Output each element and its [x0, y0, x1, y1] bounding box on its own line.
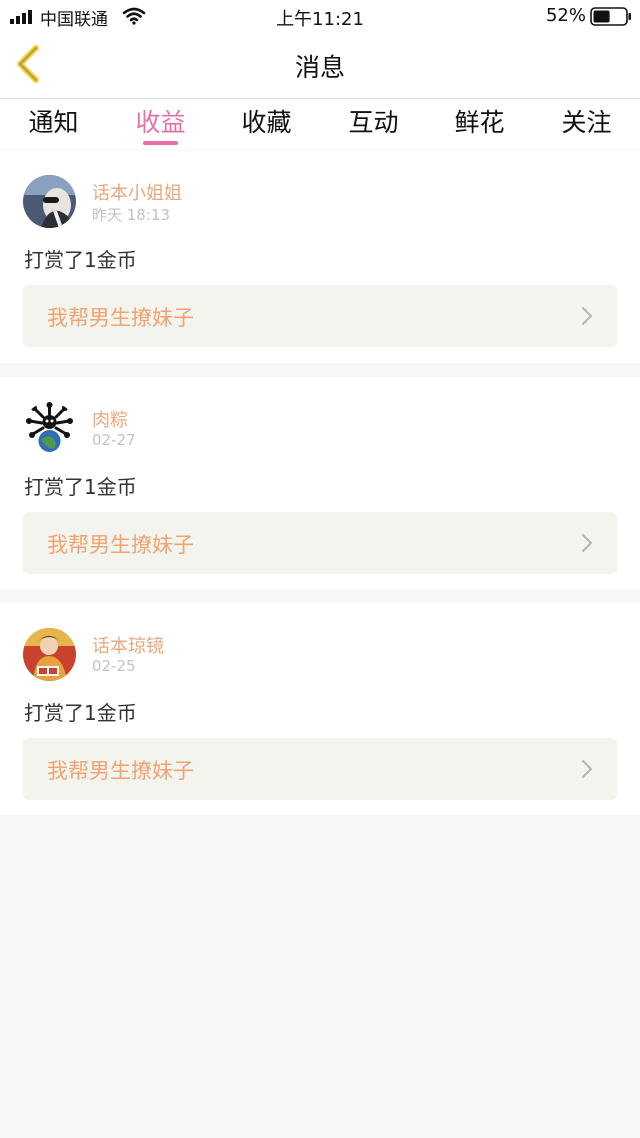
avatar-image	[23, 628, 76, 681]
tab-flowers[interactable]: 鲜花	[426, 103, 533, 147]
tab-earnings[interactable]: 收益	[107, 103, 214, 147]
reward-text: 打赏了1金币	[24, 475, 137, 499]
story-link[interactable]: 我帮男生撩妹子	[23, 285, 617, 347]
nav-bar: 消息	[0, 32, 640, 98]
story-link[interactable]: 我帮男生撩妹子	[23, 512, 617, 574]
reward-text: 打赏了1金币	[24, 701, 137, 725]
tab-notifications[interactable]: 通知	[0, 103, 107, 147]
user-name[interactable]: 话本琼镜	[92, 632, 164, 658]
tab-label: 鲜花	[454, 108, 505, 137]
tab-label: 收藏	[241, 108, 292, 137]
avatar-image	[23, 402, 76, 455]
reward-text: 打赏了1金币	[24, 248, 137, 272]
post-time: 昨天 18:13	[92, 206, 170, 224]
avatar-image	[23, 175, 76, 228]
tab-bar: 通知 收益 收藏 互动 鲜花 关注	[0, 99, 640, 149]
story-link[interactable]: 我帮男生撩妹子	[23, 738, 617, 800]
user-name[interactable]: 肉粽	[92, 406, 128, 432]
message-card: 肉粽 02-27 打赏了1金币 我帮男生撩妹子	[0, 377, 640, 589]
post-time: 02-25	[92, 657, 136, 675]
tab-interactions[interactable]: 互动	[320, 103, 427, 147]
story-title: 我帮男生撩妹子	[47, 533, 194, 557]
status-time: 上午11:21	[276, 9, 364, 30]
user-name[interactable]: 话本小姐姐	[92, 179, 182, 205]
battery-percentage: 52%	[545, 5, 586, 26]
avatar[interactable]	[23, 402, 76, 455]
tab-label: 互动	[348, 108, 399, 137]
tab-following[interactable]: 关注	[533, 103, 640, 147]
tab-label: 关注	[561, 108, 612, 137]
chevron-right-icon	[582, 307, 592, 325]
chevron-right-icon	[582, 760, 592, 778]
story-title: 我帮男生撩妹子	[47, 759, 194, 783]
avatar[interactable]	[23, 175, 76, 228]
avatar[interactable]	[23, 628, 76, 681]
active-tab-indicator	[143, 141, 178, 145]
battery-icon	[590, 7, 631, 26]
tab-favorites[interactable]: 收藏	[213, 103, 320, 147]
page-title: 消息	[294, 53, 345, 82]
tab-label: 通知	[28, 108, 79, 137]
message-card: 话本琼镜 02-25 打赏了1金币 我帮男生撩妹子	[0, 603, 640, 815]
story-title: 我帮男生撩妹子	[47, 306, 194, 330]
chevron-right-icon	[582, 534, 592, 552]
message-card: 话本小姐姐 昨天 18:13 打赏了1金币 我帮男生撩妹子	[0, 150, 640, 363]
tab-label: 收益	[135, 108, 186, 137]
status-bar: 中国联通 上午11:21 52%	[0, 0, 640, 32]
post-time: 02-27	[92, 431, 136, 449]
